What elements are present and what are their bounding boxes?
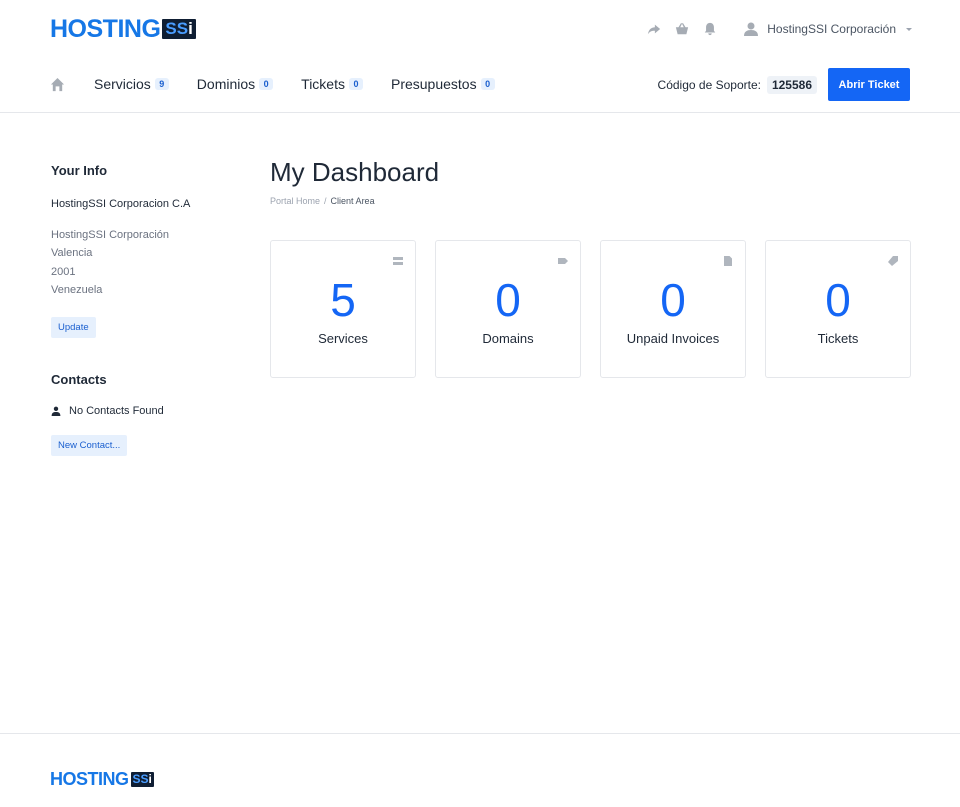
footer: HOSTING SS i: [0, 733, 960, 807]
top-icons: HostingSSI Corporación: [647, 18, 912, 40]
tile-services[interactable]: 5 Services: [270, 240, 416, 378]
user-menu[interactable]: HostingSSI Corporación: [743, 21, 912, 37]
your-info-heading: Your Info: [51, 163, 108, 178]
nav-item-tickets[interactable]: Tickets 0: [301, 76, 363, 92]
tile-tickets[interactable]: 0 Tickets: [765, 240, 911, 378]
nav-items: Servicios 9 Dominios 0 Tickets 0 Presupu…: [94, 76, 495, 92]
address-line: Valencia: [51, 247, 93, 260]
stat-tiles: 5 Services 0 Domains 0 Unpaid Invoices 0…: [270, 240, 911, 378]
nav-item-label: Tickets: [301, 76, 345, 92]
support-code-label: Código de Soporte:: [657, 78, 761, 92]
brand-logo[interactable]: HOSTING SS i: [50, 16, 196, 42]
nav-item-label: Servicios: [94, 76, 151, 92]
basket-icon[interactable]: [675, 22, 689, 36]
no-contacts: No Contacts Found: [51, 405, 241, 417]
tile-value: 0: [495, 274, 521, 326]
top-bar: HOSTING SS i HostingSSI Corporación: [0, 0, 960, 56]
new-contact-button[interactable]: New Contact...: [51, 435, 128, 457]
open-ticket-button[interactable]: Abrir Ticket: [828, 68, 910, 101]
count-badge: 9: [154, 78, 169, 90]
tile-value: 0: [660, 274, 686, 326]
nav-item-label: Presupuestos: [390, 76, 477, 92]
address-line: 2001: [51, 265, 76, 278]
count-badge: 0: [259, 78, 274, 90]
brand-box-ss: SS: [132, 771, 149, 786]
company-name: HostingSSI Corporacion C.A: [51, 198, 191, 210]
tile-value: 5: [330, 274, 356, 326]
brand-box-i: i: [188, 19, 193, 38]
support-code: Código de Soporte: 125586: [658, 76, 817, 94]
document-icon: [723, 253, 733, 266]
brand-box: SS i: [162, 19, 196, 39]
support-code-value: 125586: [766, 76, 817, 94]
tile-label: Domains: [482, 331, 534, 346]
brand-box: SS i: [130, 771, 154, 787]
home-icon[interactable]: [50, 77, 65, 92]
contacts-heading: Contacts: [51, 372, 107, 388]
tile-value: 0: [825, 274, 851, 326]
bell-icon[interactable]: [703, 22, 717, 36]
no-contacts-text: No Contacts Found: [69, 405, 164, 418]
tile-label: Services: [318, 331, 368, 346]
ticket-icon: [888, 253, 898, 266]
count-badge: 0: [348, 78, 363, 90]
sidebar: Your Info HostingSSI Corporacion C.A Hos…: [51, 163, 241, 457]
breadcrumb: Portal Home / Client Area: [270, 196, 375, 206]
breadcrumb-separator: /: [324, 196, 327, 206]
tag-icon: [558, 253, 568, 264]
chevron-down-icon: [906, 27, 912, 31]
address-block: HostingSSI Corporación Valencia 2001 Ven…: [51, 226, 241, 299]
tile-unpaid-invoices[interactable]: 0 Unpaid Invoices: [600, 240, 746, 378]
breadcrumb-current: Client Area: [330, 196, 375, 206]
share-icon[interactable]: [647, 22, 661, 36]
footer-logo[interactable]: HOSTING SS i: [50, 766, 154, 792]
server-icon: [393, 253, 403, 265]
brand-word: HOSTING: [50, 15, 161, 43]
address-line: Venezuela: [51, 283, 103, 296]
address-line: HostingSSI Corporación: [51, 229, 170, 241]
brand-word: HOSTING: [50, 769, 129, 789]
nav-item-servicios[interactable]: Servicios 9: [94, 76, 169, 92]
nav-item-label: Dominios: [196, 76, 256, 92]
breadcrumb-home[interactable]: Portal Home: [270, 196, 320, 206]
brand-box-ss: SS: [165, 19, 189, 38]
tile-domains[interactable]: 0 Domains: [435, 240, 581, 378]
main-nav: Servicios 9 Dominios 0 Tickets 0 Presupu…: [0, 56, 960, 113]
tile-label: Unpaid Invoices: [626, 331, 720, 346]
page-title: My Dashboard: [270, 157, 440, 187]
brand-box-i: i: [148, 771, 152, 786]
update-button[interactable]: Update: [51, 317, 96, 339]
user-name: HostingSSI Corporación: [767, 22, 896, 36]
user-icon: [744, 22, 759, 36]
nav-item-dominios[interactable]: Dominios 0: [196, 76, 274, 92]
user-icon: [51, 406, 61, 417]
nav-item-presupuestos[interactable]: Presupuestos 0: [391, 76, 495, 92]
count-badge: 0: [480, 78, 495, 90]
tile-label: Tickets: [817, 331, 859, 346]
